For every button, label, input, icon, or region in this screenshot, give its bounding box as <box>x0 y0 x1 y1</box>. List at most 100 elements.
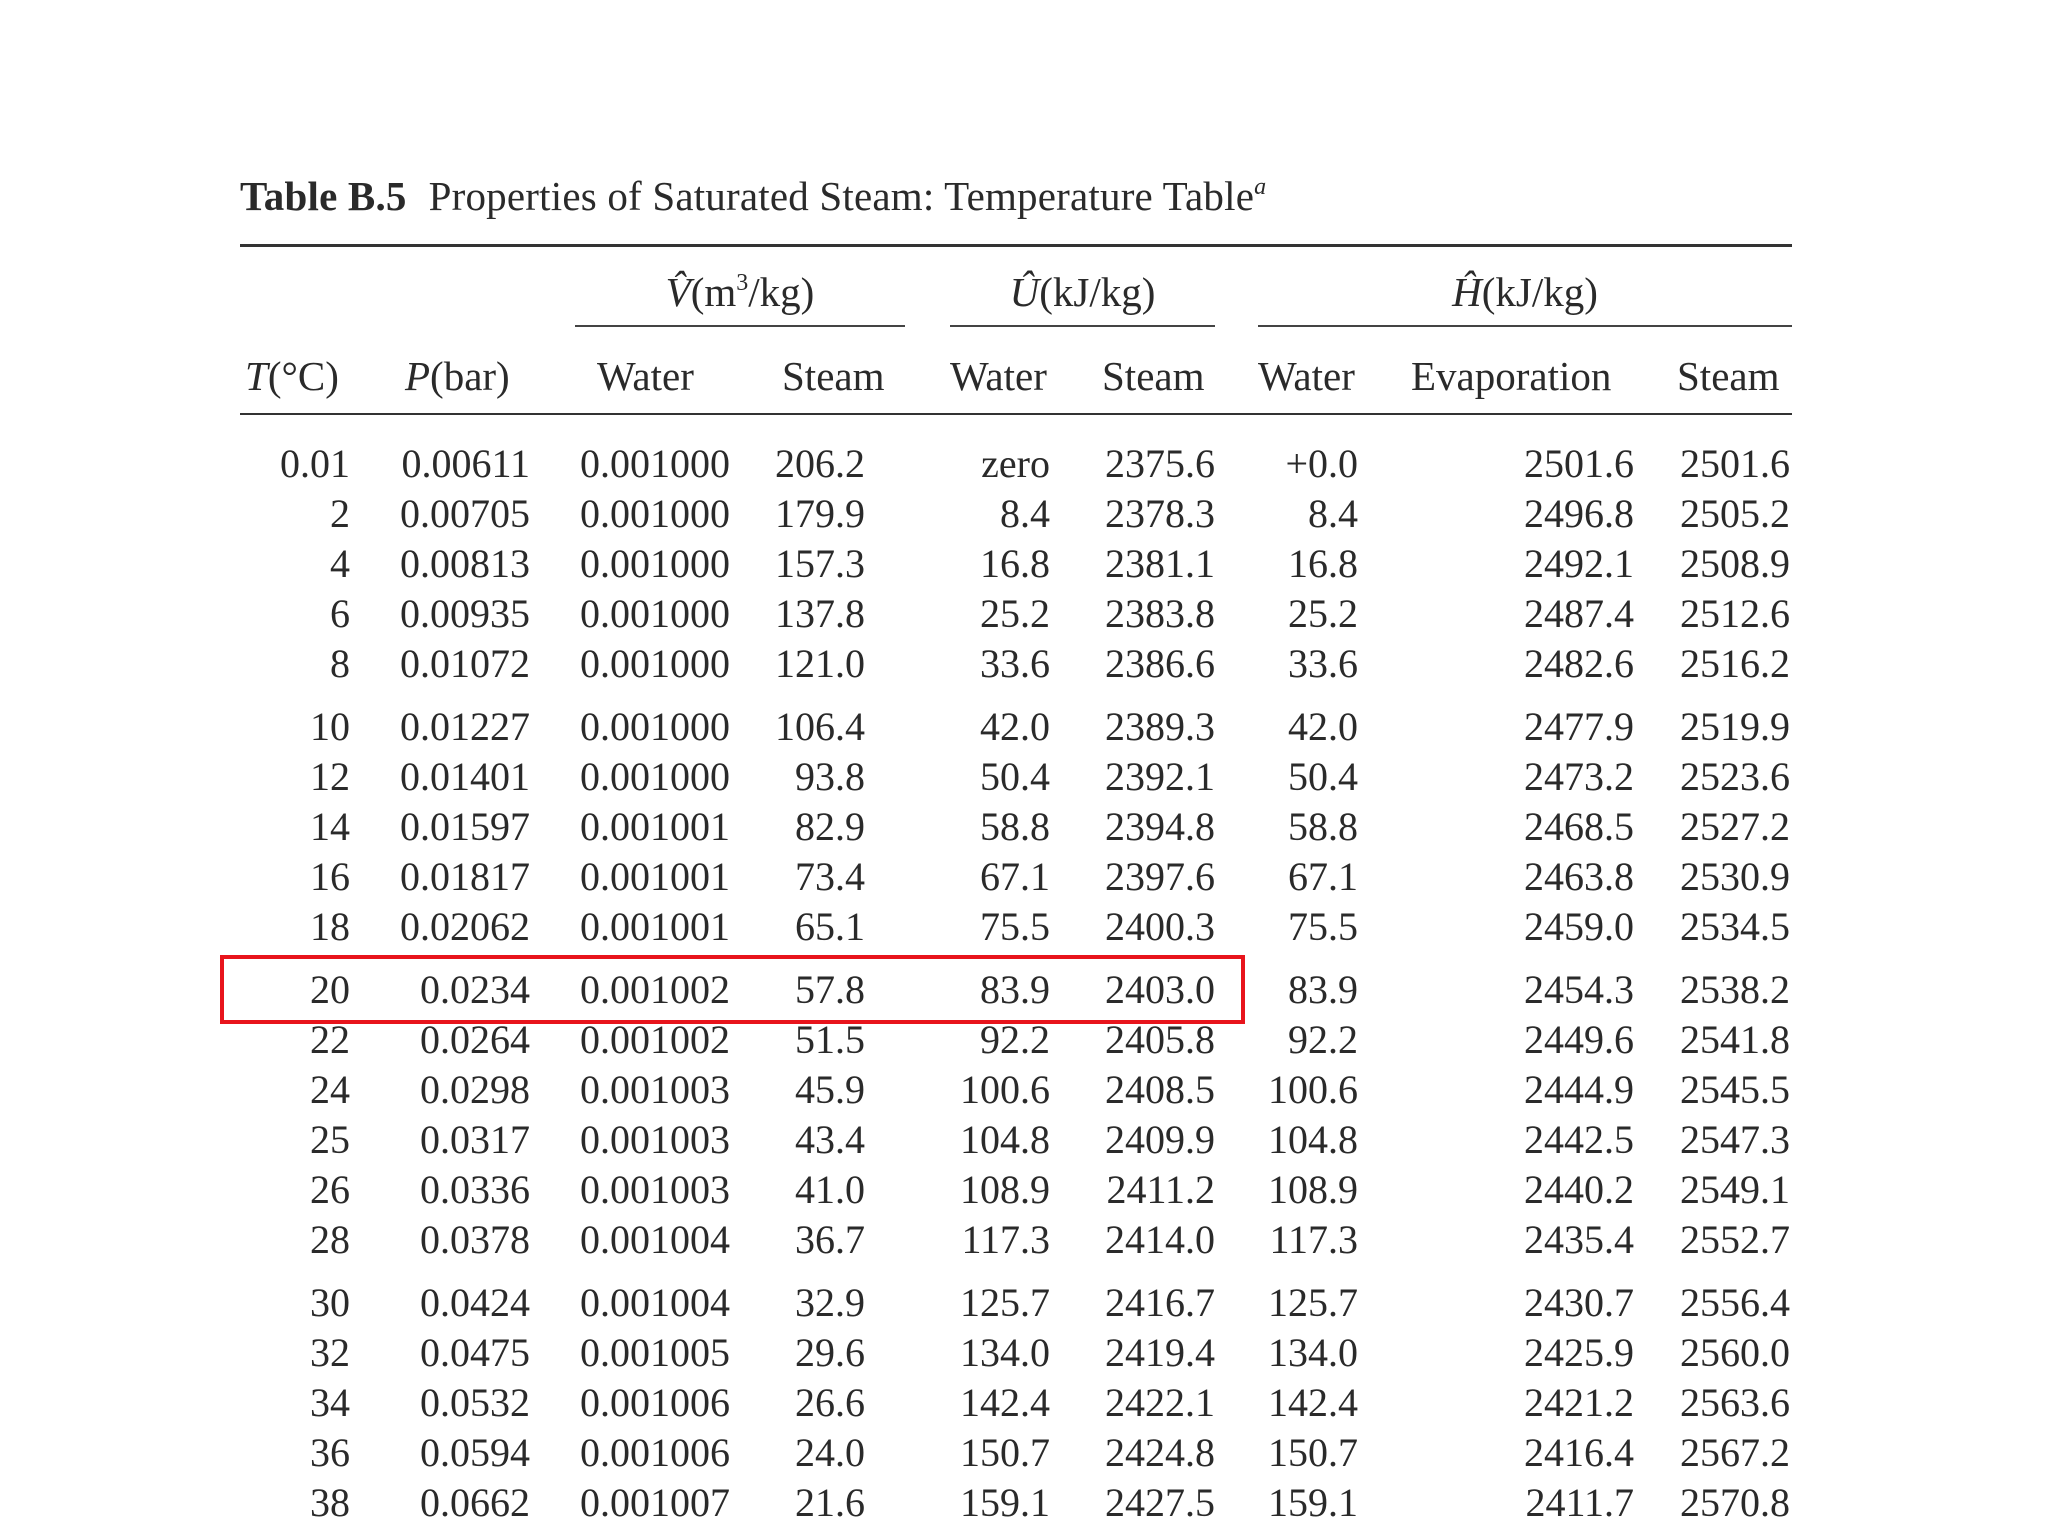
cell-temperature: 28 <box>310 1217 350 1262</box>
cell-energy-steam: 2397.6 <box>1105 854 1215 899</box>
cell-volume-water: 0.001005 <box>580 1330 730 1375</box>
cell-volume-water: 0.001004 <box>580 1217 730 1262</box>
cell-pressure: 0.00611 <box>401 441 530 486</box>
table-label: Table B.5 <box>240 173 407 219</box>
cell-energy-steam: 2381.1 <box>1105 541 1215 586</box>
cell-enthalpy-evaporation: 2501.6 <box>1524 441 1634 486</box>
group-rule-volume <box>575 325 905 327</box>
cell-volume-steam: 137.8 <box>775 591 865 636</box>
cell-enthalpy-steam: 2508.9 <box>1680 541 1790 586</box>
cell-enthalpy-evaporation: 2477.9 <box>1524 704 1634 749</box>
cell-volume-steam: 65.1 <box>795 904 865 949</box>
cell-enthalpy-water: 134.0 <box>1268 1330 1358 1375</box>
cell-energy-water: 50.4 <box>980 754 1050 799</box>
header-rule <box>240 413 1792 415</box>
cell-pressure: 0.0378 <box>420 1217 530 1262</box>
column-header-enthalpy-evaporation: Evaporation <box>1411 353 1612 399</box>
table-title: Properties of Saturated Steam: Temperatu… <box>428 173 1255 219</box>
cell-energy-water: 42.0 <box>980 704 1050 749</box>
group-rule-enthalpy <box>1258 325 1792 327</box>
cell-pressure: 0.0264 <box>420 1017 530 1062</box>
cell-energy-steam: 2394.8 <box>1105 804 1215 849</box>
cell-energy-steam: 2392.1 <box>1105 754 1215 799</box>
cell-volume-water: 0.001007 <box>580 1480 730 1525</box>
cell-enthalpy-steam: 2505.2 <box>1680 491 1790 536</box>
cell-energy-water: 134.0 <box>960 1330 1050 1375</box>
group-header-enthalpy: Ĥ(kJ/kg) <box>1452 269 1598 315</box>
cell-energy-steam: 2424.8 <box>1105 1430 1215 1475</box>
cell-volume-steam: 43.4 <box>795 1117 865 1162</box>
cell-energy-steam: 2414.0 <box>1105 1217 1215 1262</box>
cell-energy-steam: 2411.2 <box>1106 1167 1215 1212</box>
cell-energy-water: 67.1 <box>980 854 1050 899</box>
cell-enthalpy-water: 108.9 <box>1268 1167 1358 1212</box>
cell-energy-water: 58.8 <box>980 804 1050 849</box>
cell-pressure: 0.00935 <box>400 591 530 636</box>
cell-energy-water: 104.8 <box>960 1117 1050 1162</box>
cell-temperature: 38 <box>310 1480 350 1525</box>
cell-enthalpy-evaporation: 2487.4 <box>1524 591 1634 636</box>
cell-energy-water: 159.1 <box>960 1480 1050 1525</box>
cell-enthalpy-water: 25.2 <box>1288 591 1358 636</box>
cell-volume-water: 0.001000 <box>580 541 730 586</box>
cell-volume-steam: 45.9 <box>795 1067 865 1112</box>
cell-enthalpy-evaporation: 2496.8 <box>1524 491 1634 536</box>
cell-enthalpy-steam: 2501.6 <box>1680 441 1790 486</box>
cell-enthalpy-evaporation: 2442.5 <box>1524 1117 1634 1162</box>
cell-temperature: 34 <box>310 1380 350 1425</box>
cell-temperature: 2 <box>330 491 350 536</box>
cell-enthalpy-evaporation: 2449.6 <box>1524 1017 1634 1062</box>
cell-pressure: 0.00813 <box>400 541 530 586</box>
cell-enthalpy-water: 159.1 <box>1268 1480 1358 1525</box>
cell-volume-water: 0.001002 <box>580 1017 730 1062</box>
cell-enthalpy-evaporation: 2473.2 <box>1524 754 1634 799</box>
cell-volume-steam: 82.9 <box>795 804 865 849</box>
cell-volume-water: 0.001001 <box>580 804 730 849</box>
cell-enthalpy-evaporation: 2463.8 <box>1524 854 1634 899</box>
cell-energy-water: 92.2 <box>980 1017 1050 1062</box>
cell-pressure: 0.0317 <box>420 1117 530 1162</box>
cell-temperature: 30 <box>310 1280 350 1325</box>
cell-enthalpy-evaporation: 2492.1 <box>1524 541 1634 586</box>
cell-enthalpy-water: 42.0 <box>1288 704 1358 749</box>
cell-energy-water: 150.7 <box>960 1430 1050 1475</box>
cell-volume-steam: 93.8 <box>795 754 865 799</box>
cell-volume-water: 0.001003 <box>580 1067 730 1112</box>
cell-enthalpy-evaporation: 2425.9 <box>1524 1330 1634 1375</box>
cell-enthalpy-evaporation: 2468.5 <box>1524 804 1634 849</box>
cell-temperature: 16 <box>310 854 350 899</box>
cell-temperature: 0.01 <box>280 441 350 486</box>
cell-enthalpy-steam: 2549.1 <box>1680 1167 1790 1212</box>
cell-pressure: 0.01597 <box>400 804 530 849</box>
cell-enthalpy-evaporation: 2411.7 <box>1525 1480 1634 1525</box>
cell-enthalpy-water: 117.3 <box>1269 1217 1358 1262</box>
cell-enthalpy-evaporation: 2430.7 <box>1524 1280 1634 1325</box>
cell-enthalpy-steam: 2512.6 <box>1680 591 1790 636</box>
group-header-volume: V̂(m3/kg) <box>665 269 815 315</box>
cell-energy-water: 100.6 <box>960 1067 1050 1112</box>
cell-volume-steam: 21.6 <box>795 1480 865 1525</box>
cell-pressure: 0.01072 <box>400 641 530 686</box>
cell-pressure: 0.02062 <box>400 904 530 949</box>
cell-energy-water: zero <box>981 441 1050 486</box>
cell-energy-water: 75.5 <box>980 904 1050 949</box>
group-header-internal-energy: Û(kJ/kg) <box>1009 269 1156 315</box>
cell-temperature: 4 <box>330 541 350 586</box>
cell-volume-steam: 106.4 <box>775 704 865 749</box>
column-header-volume-water: Water <box>597 353 694 399</box>
cell-enthalpy-water: 50.4 <box>1288 754 1358 799</box>
cell-energy-water: 117.3 <box>961 1217 1050 1262</box>
cell-enthalpy-water: 16.8 <box>1288 541 1358 586</box>
cell-energy-water: 16.8 <box>980 541 1050 586</box>
document-page: Table B.5 Properties of Saturated Steam: … <box>0 0 2048 1536</box>
cell-temperature: 26 <box>310 1167 350 1212</box>
cell-volume-steam: 36.7 <box>795 1217 865 1262</box>
cell-enthalpy-steam: 2552.7 <box>1680 1217 1790 1262</box>
top-rule <box>240 244 1792 247</box>
cell-energy-steam: 2383.8 <box>1105 591 1215 636</box>
cell-temperature: 14 <box>310 804 350 849</box>
cell-energy-steam: 2378.3 <box>1105 491 1215 536</box>
cell-volume-water: 0.001000 <box>580 754 730 799</box>
cell-volume-water: 0.001000 <box>580 441 730 486</box>
cell-pressure: 0.0424 <box>420 1280 530 1325</box>
